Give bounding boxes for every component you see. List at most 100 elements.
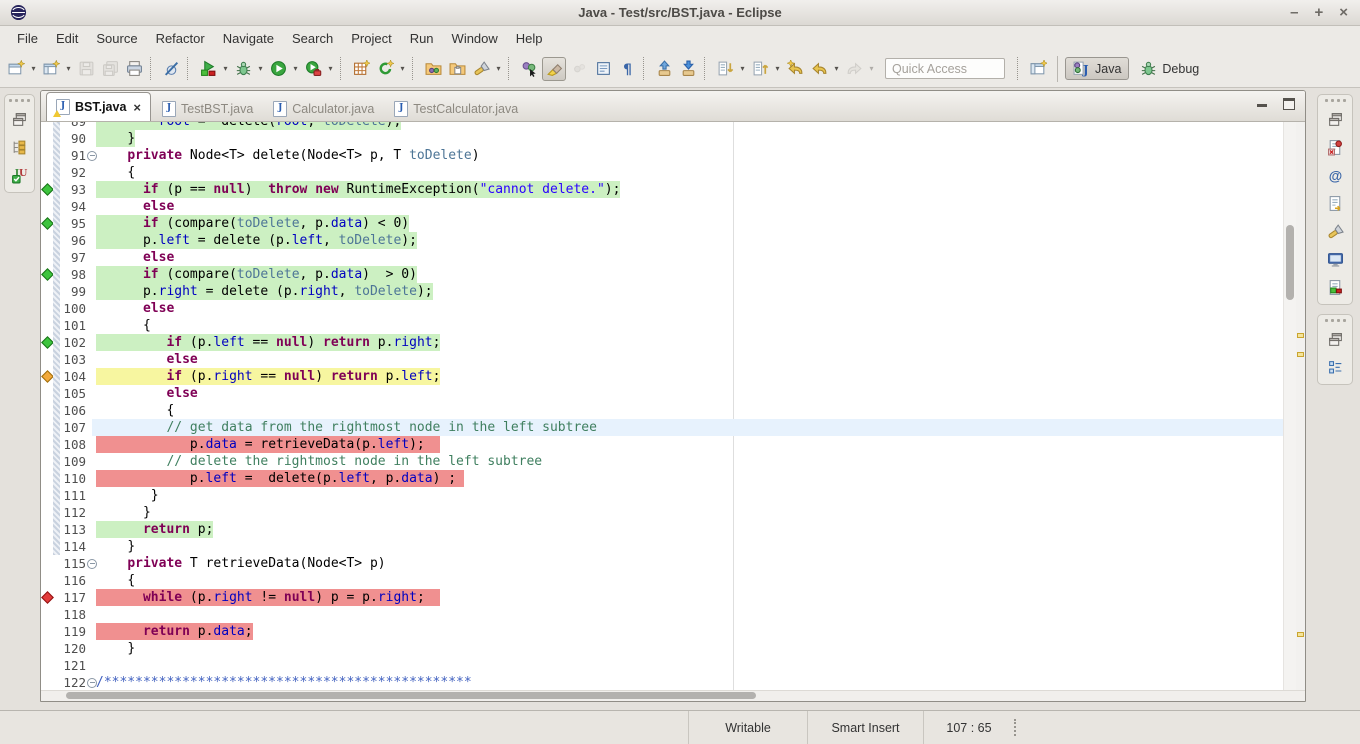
marker-gutter[interactable] — [41, 572, 53, 589]
next-annotation-dropdown-arrow[interactable]: ▾ — [737, 64, 748, 73]
upload-button[interactable] — [653, 58, 675, 80]
tab-calculator-java[interactable]: J Calculator.java — [264, 96, 383, 121]
marker-gutter[interactable] — [41, 674, 53, 690]
plugin-spy-button[interactable] — [518, 58, 540, 80]
vertical-scrollbar[interactable] — [1283, 122, 1296, 690]
menu-help[interactable]: Help — [507, 29, 552, 48]
marker-gutter[interactable] — [41, 402, 53, 419]
show-whitespace-button[interactable]: ¶ — [616, 58, 638, 80]
tab-testcalculator-java[interactable]: J TestCalculator.java — [385, 96, 527, 121]
new-class-button[interactable] — [374, 58, 396, 80]
open-perspective-button[interactable] — [1027, 58, 1049, 80]
menu-navigate[interactable]: Navigate — [214, 29, 283, 48]
annotation-mark[interactable] — [1297, 333, 1304, 338]
trim-grip[interactable] — [1325, 99, 1346, 102]
run-external-tools-button[interactable] — [302, 58, 324, 80]
package-explorer-icon[interactable] — [8, 135, 32, 159]
perspective-debug-button[interactable]: Debug — [1133, 58, 1206, 79]
coverage-button[interactable] — [197, 58, 219, 80]
back-button[interactable] — [808, 58, 830, 80]
menu-search[interactable]: Search — [283, 29, 342, 48]
marker-gutter[interactable] — [41, 147, 53, 164]
trim-grip[interactable] — [9, 99, 30, 102]
marker-gutter[interactable] — [41, 351, 53, 368]
marker-gutter[interactable] — [41, 538, 53, 555]
outline-icon[interactable] — [1323, 355, 1347, 379]
tab-testbst-java[interactable]: J TestBST.java — [153, 96, 262, 121]
marker-gutter[interactable] — [41, 249, 53, 266]
new-web-wizard-button[interactable] — [350, 58, 372, 80]
debug-dropdown-arrow[interactable]: ▾ — [255, 64, 266, 73]
back-dropdown-arrow[interactable]: ▾ — [831, 64, 842, 73]
annotation-mark[interactable] — [1297, 352, 1304, 357]
horizontal-scrollbar-thumb[interactable] — [66, 692, 756, 699]
restore-icon[interactable] — [8, 107, 32, 131]
editor-content[interactable]: 89 root = delete(root, toDelete);90 }91 … — [41, 122, 1305, 690]
restore-icon[interactable] — [1323, 327, 1347, 351]
marker-gutter[interactable] — [41, 436, 53, 453]
marker-gutter[interactable] — [41, 317, 53, 334]
print-button[interactable] — [123, 58, 145, 80]
previous-annotation-button[interactable] — [749, 58, 771, 80]
run-dropdown-arrow[interactable]: ▾ — [290, 64, 301, 73]
marker-gutter[interactable] — [41, 419, 53, 436]
new-class-dropdown-arrow[interactable]: ▾ — [397, 64, 408, 73]
menu-file[interactable]: File — [8, 29, 47, 48]
fold-collapse-icon[interactable] — [86, 147, 96, 164]
marker-gutter[interactable] — [41, 487, 53, 504]
trim-grip[interactable] — [1325, 319, 1346, 322]
overview-ruler[interactable] — [1296, 122, 1305, 690]
download-button[interactable] — [677, 58, 699, 80]
menu-window[interactable]: Window — [443, 29, 507, 48]
marker-gutter[interactable] — [41, 640, 53, 657]
marker-gutter[interactable] — [41, 130, 53, 147]
minimize-editor-icon[interactable] — [1257, 104, 1267, 107]
marker-gutter[interactable] — [41, 470, 53, 487]
marker-gutter[interactable] — [41, 555, 53, 572]
restore-icon[interactable] — [1323, 107, 1347, 131]
next-annotation-button[interactable] — [714, 58, 736, 80]
error-log-icon[interactable] — [1323, 135, 1347, 159]
marker-gutter[interactable] — [41, 521, 53, 538]
menu-edit[interactable]: Edit — [47, 29, 87, 48]
coverage-marker[interactable] — [41, 215, 53, 232]
window-minimize-button[interactable]: – — [1290, 0, 1298, 25]
quick-access-input[interactable] — [885, 58, 1005, 79]
menu-source[interactable]: Source — [87, 29, 146, 48]
coverage-marker[interactable] — [41, 589, 53, 606]
maximize-editor-icon[interactable] — [1283, 98, 1295, 110]
marker-gutter[interactable] — [41, 300, 53, 317]
fold-collapse-icon[interactable] — [86, 674, 96, 690]
marker-gutter[interactable] — [41, 122, 53, 130]
horizontal-scrollbar[interactable] — [41, 690, 1305, 701]
coverage-marker[interactable] — [41, 181, 53, 198]
menu-run[interactable]: Run — [401, 29, 443, 48]
marker-gutter[interactable] — [41, 623, 53, 640]
menu-refactor[interactable]: Refactor — [147, 29, 214, 48]
coverage-marker[interactable] — [41, 368, 53, 385]
coverage-marker[interactable] — [41, 334, 53, 351]
new-java-project-dropdown-arrow[interactable]: ▾ — [63, 64, 74, 73]
tab-close-icon[interactable]: × — [133, 100, 141, 115]
run-external-tools-dropdown-arrow[interactable]: ▾ — [325, 64, 336, 73]
new-wizard-button[interactable] — [5, 58, 27, 80]
search-button[interactable] — [470, 58, 492, 80]
coverage-dropdown-arrow[interactable]: ▾ — [220, 64, 231, 73]
coverage-view-icon[interactable] — [1323, 275, 1347, 299]
marker-gutter[interactable] — [41, 198, 53, 215]
marker-gutter[interactable] — [41, 606, 53, 623]
fold-collapse-icon[interactable] — [86, 555, 96, 572]
open-type-button[interactable] — [422, 58, 444, 80]
block-selection-button[interactable] — [592, 58, 614, 80]
marker-gutter[interactable] — [41, 385, 53, 402]
menu-project[interactable]: Project — [342, 29, 400, 48]
marker-gutter[interactable] — [41, 232, 53, 249]
last-edit-location-button[interactable] — [784, 58, 806, 80]
marker-gutter[interactable] — [41, 657, 53, 674]
debug-button[interactable] — [232, 58, 254, 80]
forward-dropdown-arrow[interactable]: ▾ — [866, 64, 877, 73]
vertical-scrollbar-thumb[interactable] — [1286, 225, 1294, 300]
javadoc-icon[interactable]: @ — [1323, 163, 1347, 187]
open-resource-button[interactable] — [446, 58, 468, 80]
window-maximize-button[interactable]: + — [1314, 0, 1323, 25]
